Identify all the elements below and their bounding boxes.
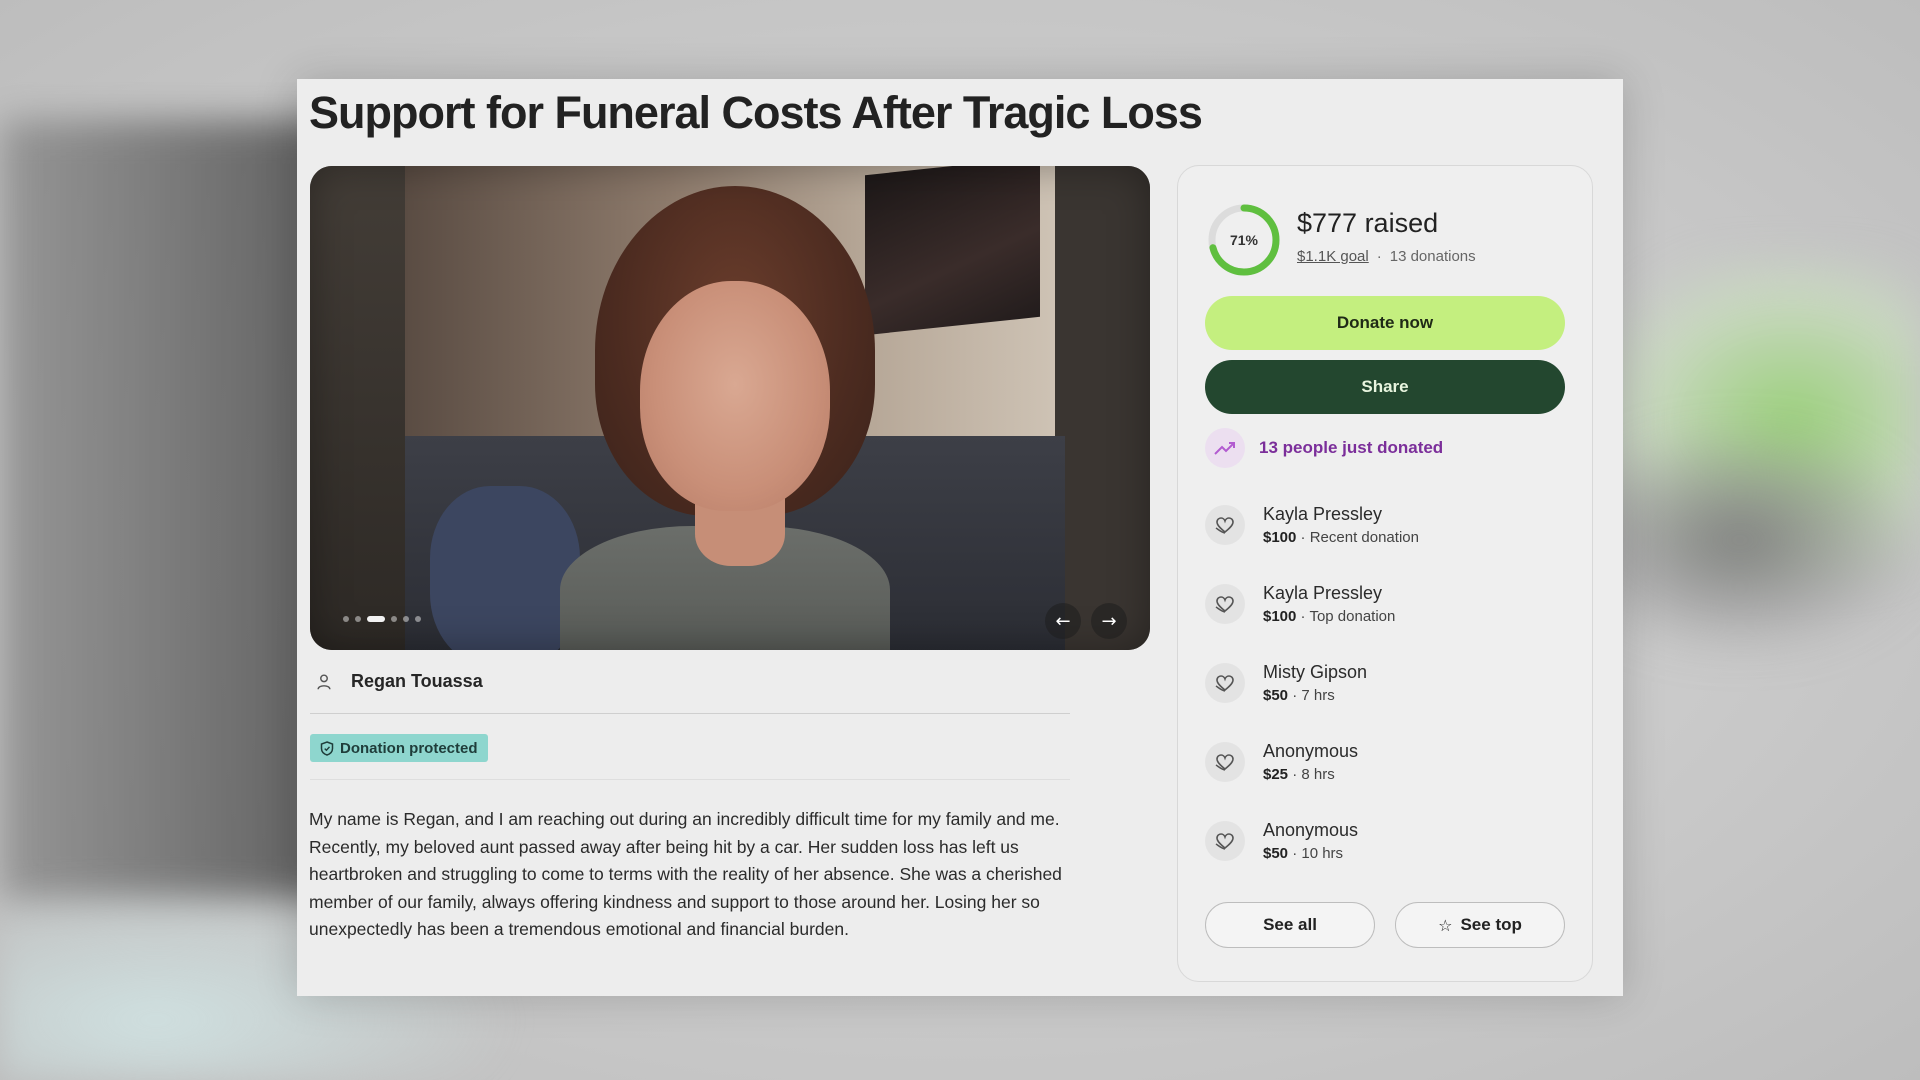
gallery-dot-active[interactable] <box>367 616 385 622</box>
donate-now-button[interactable]: Donate now <box>1205 296 1565 350</box>
trending-banner: 13 people just donated <box>1205 428 1443 468</box>
background-blur-left <box>0 120 330 900</box>
heart-hand-icon <box>1205 821 1245 861</box>
arrow-left-icon: ← <box>1055 610 1071 632</box>
gallery-prev-button[interactable]: ← <box>1045 603 1081 639</box>
trending-up-icon <box>1205 428 1245 468</box>
gallery-dots <box>343 616 421 622</box>
heart-hand-icon <box>1205 505 1245 545</box>
donation-item: Anonymous $25 · 8 hrs <box>1205 741 1358 783</box>
shield-icon <box>320 740 334 756</box>
see-all-button[interactable]: See all <box>1205 902 1375 948</box>
progress-percent: 71% <box>1229 232 1259 248</box>
person-icon <box>317 673 331 689</box>
amount-raised: $777 raised <box>1297 208 1439 238</box>
donation-item: Misty Gipson $50 · 7 hrs <box>1205 662 1367 704</box>
donor-name: Kayla Pressley <box>1263 504 1383 524</box>
donation-amount: $100 <box>1263 608 1297 625</box>
see-top-button[interactable]: ☆ See top <box>1395 902 1565 948</box>
gallery-dot[interactable] <box>355 616 361 622</box>
donation-sidebar: 71% $777 raised $1.1K goal · 13 donation… <box>1177 165 1593 982</box>
heart-hand-icon <box>1205 742 1245 782</box>
goal-link[interactable]: $1.1K goal <box>1297 248 1369 265</box>
divider <box>310 779 1070 780</box>
donation-detail: · 7 hrs <box>1292 687 1335 704</box>
heart-hand-icon <box>1205 663 1245 703</box>
see-all-label: See all <box>1263 915 1317 934</box>
donation-amount: $100 <box>1263 529 1297 546</box>
see-top-label: See top <box>1460 915 1522 934</box>
goal-separator: · <box>1376 248 1382 265</box>
donation-amount: $25 <box>1263 766 1289 783</box>
gallery-dot[interactable] <box>403 616 409 622</box>
divider <box>310 713 1070 714</box>
donation-detail: · 8 hrs <box>1292 766 1335 783</box>
donor-name: Kayla Pressley <box>1263 583 1383 603</box>
heart-hand-icon <box>1205 584 1245 624</box>
organizer: Regan Touassa <box>315 671 483 692</box>
donation-count: 13 donations <box>1389 248 1476 265</box>
donor-name: Anonymous <box>1263 741 1359 761</box>
goal-line: $1.1K goal · 13 donations <box>1297 248 1476 265</box>
donation-item: Kayla Pressley $100 · Recent donation <box>1205 504 1419 546</box>
share-button[interactable]: Share <box>1205 360 1565 414</box>
arrow-right-icon: → <box>1101 610 1117 632</box>
donor-name: Anonymous <box>1263 820 1359 840</box>
donation-detail: · Recent donation <box>1300 529 1419 546</box>
campaign-story: My name is Regan, and I am reaching out … <box>309 809 1062 939</box>
campaign-photo[interactable]: ← → <box>310 166 1150 650</box>
donation-item: Anonymous $50 · 10 hrs <box>1205 820 1358 862</box>
gallery-next-button[interactable]: → <box>1091 603 1127 639</box>
page-title: Support for Funeral Costs After Tragic L… <box>309 87 1203 138</box>
donation-detail: · 10 hrs <box>1292 845 1344 862</box>
gallery-dot[interactable] <box>391 616 397 622</box>
donor-name: Misty Gipson <box>1263 662 1368 682</box>
donation-amount: $50 <box>1263 687 1289 704</box>
trending-label: 13 people just donated <box>1259 438 1444 457</box>
donation-amount: $50 <box>1263 845 1289 862</box>
gallery-dot[interactable] <box>415 616 421 622</box>
gallery-dot[interactable] <box>343 616 349 622</box>
badge-label: Donation protected <box>340 739 478 757</box>
organizer-name[interactable]: Regan Touassa <box>351 671 483 692</box>
fundraiser-card: Support for Funeral Costs After Tragic L… <box>297 79 1623 996</box>
donation-detail: · Top donation <box>1300 608 1396 625</box>
donation-item: Kayla Pressley $100 · Top donation <box>1205 583 1395 625</box>
donation-protected-badge[interactable]: Donation protected <box>310 734 488 762</box>
star-icon: ☆ <box>1438 915 1453 935</box>
